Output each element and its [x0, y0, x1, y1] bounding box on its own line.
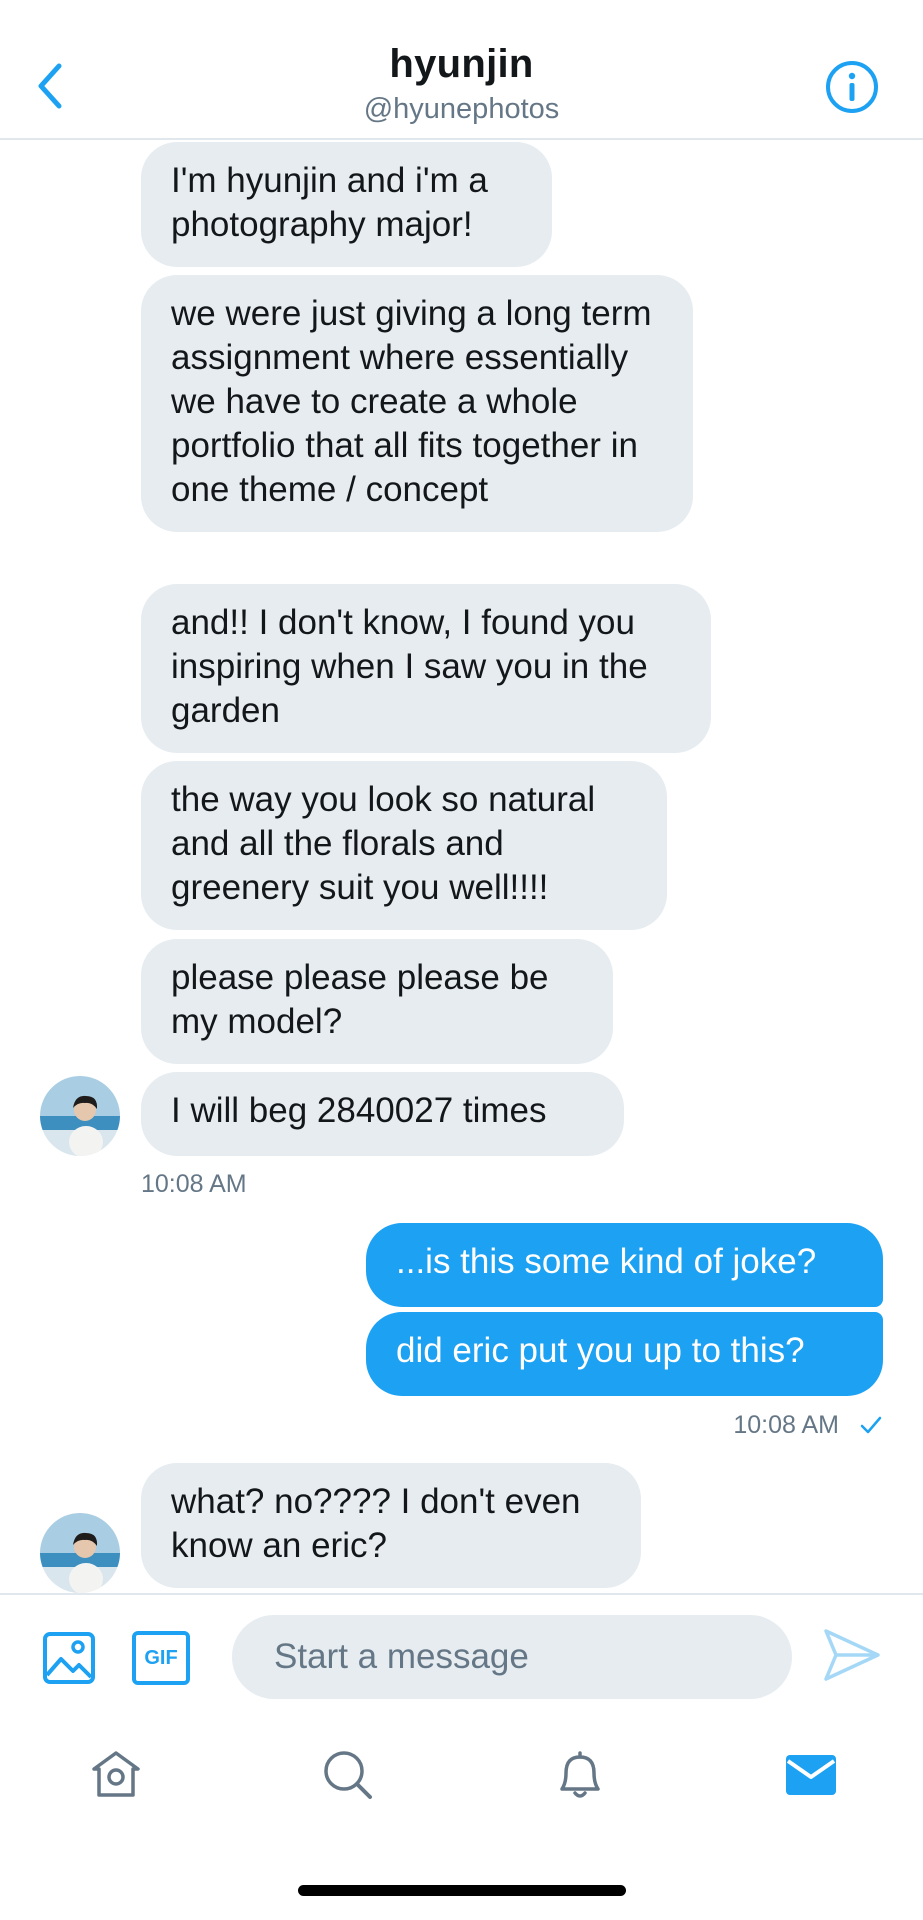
message-bubble[interactable]: please please please be my model? [141, 939, 613, 1064]
tab-notifications[interactable] [550, 1745, 610, 1805]
avatar-photo [40, 1513, 120, 1593]
conversation-header: hyunjin @hyunephotos [0, 0, 923, 140]
message-bubble[interactable]: I'm hyunjin and i'm a photography major! [141, 142, 552, 267]
info-button[interactable] [825, 60, 879, 114]
message-text: please please please be my model? [171, 958, 549, 1041]
message-bubble[interactable]: what? no???? I don't even know an eric? [141, 1463, 641, 1588]
image-icon [43, 1632, 95, 1684]
message-text: we were just giving a long term assignme… [171, 294, 652, 509]
message-bubble[interactable]: and!! I don't know, I found you inspirin… [141, 584, 711, 753]
message-text: did eric put you up to this? [396, 1331, 805, 1370]
avatar-photo [40, 1076, 120, 1156]
message-text: I'm hyunjin and i'm a photography major! [171, 161, 488, 244]
tab-messages[interactable] [781, 1745, 841, 1805]
header-titles[interactable]: hyunjin @hyunephotos [0, 42, 923, 126]
message-text: I will beg 2840027 times [171, 1091, 547, 1130]
message-bubble[interactable]: we were just giving a long term assignme… [141, 275, 693, 532]
message-bubble[interactable]: did eric put you up to this? [366, 1312, 883, 1396]
page-title: hyunjin [389, 42, 534, 86]
home-icon [92, 1751, 140, 1797]
gif-button[interactable]: GIF [132, 1631, 190, 1685]
tab-home[interactable] [86, 1745, 146, 1805]
message-bubble[interactable]: the way you look so natural and all the … [141, 761, 667, 930]
message-text: ...is this some kind of joke? [396, 1242, 817, 1281]
info-icon [826, 61, 878, 113]
avatar[interactable] [40, 1513, 120, 1593]
read-check-icon [860, 1416, 882, 1434]
bell-icon [560, 1751, 600, 1798]
home-indicator[interactable] [298, 1885, 626, 1896]
search-icon [324, 1751, 372, 1799]
message-input[interactable] [232, 1615, 792, 1699]
mail-icon [786, 1755, 836, 1795]
message-bubble[interactable]: I will beg 2840027 times [141, 1072, 624, 1156]
tab-search[interactable] [318, 1745, 378, 1805]
message-text: and!! I don't know, I found you inspirin… [171, 603, 648, 730]
message-composer: GIF [0, 1593, 923, 1708]
send-button[interactable] [822, 1625, 882, 1685]
timestamp: 10:08 AM [733, 1411, 839, 1439]
add-image-button[interactable] [42, 1631, 96, 1685]
avatar[interactable] [40, 1076, 120, 1156]
message-bubble[interactable]: ...is this some kind of joke? [366, 1223, 883, 1307]
user-handle: @hyunephotos [363, 93, 560, 125]
timestamp: 10:08 AM [141, 1170, 247, 1198]
message-text: the way you look so natural and all the … [171, 780, 596, 907]
send-icon [824, 1629, 880, 1681]
message-text: what? no???? I don't even know an eric? [171, 1482, 581, 1565]
